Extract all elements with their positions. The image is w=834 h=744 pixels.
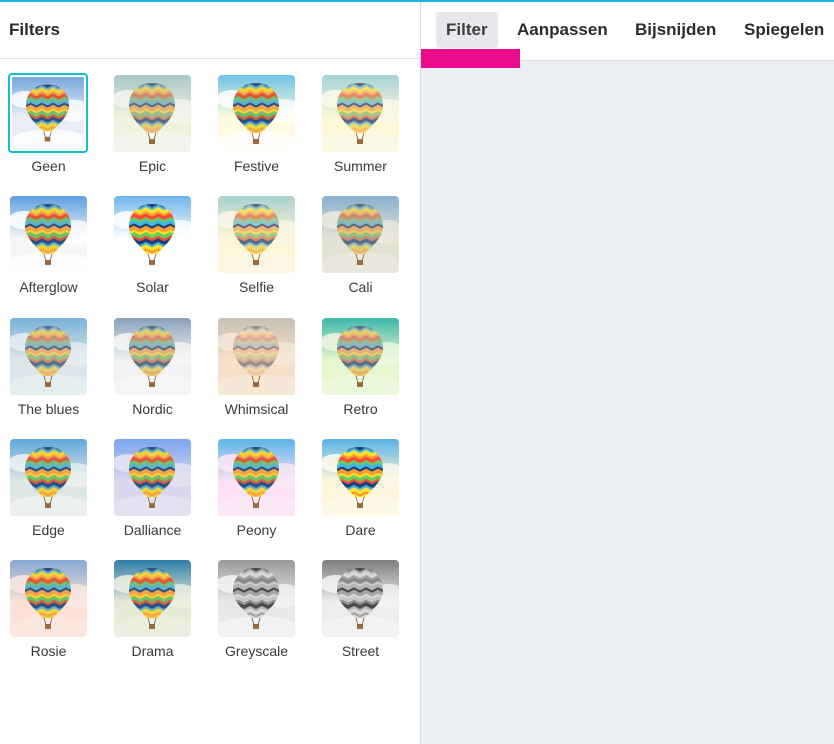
- filter-thumbnail[interactable]: [10, 196, 87, 273]
- filter-tile-cali[interactable]: Cali: [312, 193, 416, 313]
- filter-thumbnail[interactable]: [218, 560, 295, 637]
- filter-label: Drama: [131, 643, 174, 659]
- filter-thumbnail[interactable]: [114, 560, 191, 637]
- tab-spiegelen[interactable]: Spiegelen: [734, 12, 834, 48]
- filter-label: Geen: [31, 158, 66, 174]
- filter-label: Edge: [32, 522, 65, 538]
- filter-tile-summer[interactable]: Summer: [312, 72, 416, 192]
- filter-tile-peony[interactable]: Peony: [208, 436, 312, 556]
- filter-thumbnail[interactable]: [8, 73, 88, 153]
- filter-tile-afterglow[interactable]: Afterglow: [0, 193, 104, 313]
- filter-tile-whimsical[interactable]: Whimsical: [208, 315, 312, 435]
- filter-thumbnail[interactable]: [322, 439, 399, 516]
- filter-tile-nordic[interactable]: Nordic: [104, 315, 208, 435]
- tab-bar: Filter Aanpassen Bijsnijden Spiegelen: [421, 2, 834, 68]
- filter-thumbnail[interactable]: [114, 318, 191, 395]
- tab-bijsnijden[interactable]: Bijsnijden: [625, 12, 726, 48]
- filter-label: Retro: [343, 401, 378, 417]
- filter-tile-drama[interactable]: Drama: [104, 557, 208, 677]
- filter-thumbnail[interactable]: [218, 318, 295, 395]
- tab-filter[interactable]: Filter: [436, 12, 498, 48]
- filter-tile-solar[interactable]: Solar: [104, 193, 208, 313]
- filter-label: Afterglow: [19, 279, 78, 295]
- filter-thumbnail[interactable]: [114, 439, 191, 516]
- filter-label: Dalliance: [123, 522, 182, 538]
- filter-tile-selfie[interactable]: Selfie: [208, 193, 312, 313]
- filters-panel-header: [0, 2, 420, 59]
- tab-aanpassen[interactable]: Aanpassen: [507, 12, 618, 48]
- filter-label: Solar: [136, 279, 169, 295]
- filter-tile-the-blues[interactable]: The blues: [0, 315, 104, 435]
- filter-tile-greyscale[interactable]: Greyscale: [208, 557, 312, 677]
- filter-tile-epic[interactable]: Epic: [104, 72, 208, 192]
- filter-tile-dare[interactable]: Dare: [312, 436, 416, 556]
- filter-tile-street[interactable]: Street: [312, 557, 416, 677]
- filter-thumbnail[interactable]: [322, 75, 399, 152]
- filter-thumbnail[interactable]: [10, 560, 87, 637]
- filter-tile-edge[interactable]: Edge: [0, 436, 104, 556]
- filters-panel: Filters Geen Epic Festive Summer Aftergl…: [0, 2, 420, 744]
- filter-thumbnail[interactable]: [322, 318, 399, 395]
- filter-thumbnail[interactable]: [218, 75, 295, 152]
- filter-label: Epic: [138, 158, 167, 174]
- filter-label: Dare: [345, 522, 376, 538]
- filter-label: Greyscale: [224, 643, 289, 659]
- image-canvas: [421, 61, 834, 744]
- filter-thumbnail[interactable]: [218, 196, 295, 273]
- filter-label: Cali: [348, 279, 373, 295]
- panel-title: Filters: [9, 20, 61, 39]
- filter-tile-geen[interactable]: Geen: [0, 72, 104, 192]
- filter-thumbnail[interactable]: [322, 560, 399, 637]
- filter-label: Rosie: [30, 643, 67, 659]
- filter-thumbnail[interactable]: [114, 75, 191, 152]
- filter-label: Selfie: [238, 279, 275, 295]
- filter-tile-festive[interactable]: Festive: [208, 72, 312, 192]
- filter-tile-dalliance[interactable]: Dalliance: [104, 436, 208, 556]
- filter-thumbnail[interactable]: [322, 196, 399, 273]
- filter-label: Nordic: [132, 401, 173, 417]
- filter-label: The blues: [17, 401, 80, 417]
- filter-label: Summer: [334, 158, 387, 174]
- filter-label: Street: [341, 643, 380, 659]
- filter-thumbnail[interactable]: [10, 318, 87, 395]
- filter-label: Peony: [236, 522, 277, 538]
- filter-label: Whimsical: [224, 401, 289, 417]
- filter-label: Festive: [233, 158, 280, 174]
- filter-thumbnail[interactable]: [218, 439, 295, 516]
- editor-area: Filter Aanpassen Bijsnijden Spiegelen: [421, 2, 834, 744]
- filter-thumbnail[interactable]: [10, 439, 87, 516]
- filter-thumbnail[interactable]: [114, 196, 191, 273]
- filter-tile-retro[interactable]: Retro: [312, 315, 416, 435]
- filter-tile-rosie[interactable]: Rosie: [0, 557, 104, 677]
